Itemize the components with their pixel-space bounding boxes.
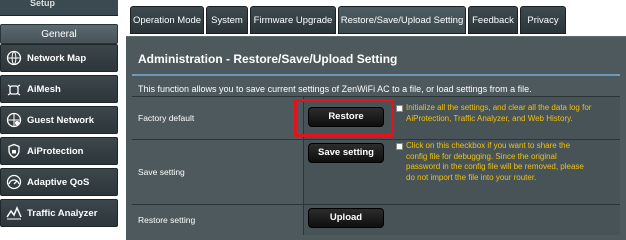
factory-default-label: Factory default (132, 97, 304, 139)
sidebar-item-traffic-analyzer[interactable]: Traffic Analyzer (0, 199, 118, 227)
note-line: Initialize all the settings, and clear a… (406, 103, 592, 112)
title-divider (132, 74, 620, 76)
restore-button[interactable]: Restore (308, 107, 384, 127)
tab-restore-save-upload[interactable]: Restore/Save/Upload Setting (338, 6, 466, 34)
lock-icon (1, 137, 27, 165)
speedometer-icon (1, 168, 27, 196)
restore-setting-label: Restore setting (132, 205, 304, 235)
tab-privacy[interactable]: Privacy (520, 6, 566, 34)
share-config-checkbox[interactable] (396, 143, 403, 150)
tab-operation-mode[interactable]: Operation Mode (130, 6, 204, 34)
save-setting-button[interactable]: Save setting (308, 143, 384, 163)
sidebar-item-label: Adaptive QoS (27, 176, 90, 188)
sidebar-item-network-map[interactable]: Network Map (0, 44, 118, 72)
save-setting-note: Click on this checkbox if you want to sh… (406, 141, 584, 183)
sidebar-item-aimesh[interactable]: AiMesh (0, 75, 118, 103)
tab-system[interactable]: System (206, 6, 248, 34)
factory-default-row: Factory default Restore Initialize all t… (132, 97, 620, 139)
restore-setting-actions: Upload (304, 205, 620, 235)
sidebar: Setup General Network Map AiMesh Guest N… (0, 0, 120, 240)
sidebar-item-label: Guest Network (27, 114, 95, 126)
tab-firmware-upgrade[interactable]: Firmware Upgrade (250, 6, 336, 34)
sidebar-item-aiprotection[interactable]: AiProtection (0, 137, 118, 165)
note-line: config file for debugging. Since the ori… (406, 151, 557, 161)
guest-network-icon (1, 106, 27, 134)
sidebar-item-label: Network Map (27, 52, 87, 64)
factory-default-actions: Restore Initialize all the settings, and… (294, 97, 620, 139)
main-content: Operation Mode System Firmware Upgrade R… (126, 0, 626, 240)
sidebar-item-label: AiProtection (27, 145, 84, 157)
sidebar-item-guest-network[interactable]: Guest Network (0, 106, 118, 134)
save-setting-row: Save setting Save setting Click on this … (132, 140, 620, 204)
aimesh-icon (1, 75, 27, 103)
note-line: AiProtection, Traffic Analyzer, and Web … (406, 113, 573, 123)
tab-feedback[interactable]: Feedback (468, 6, 518, 34)
network-map-icon (1, 44, 27, 72)
sidebar-item-label: AiMesh (27, 83, 61, 95)
factory-default-note: Initialize all the settings, and clear a… (406, 103, 591, 124)
page-description: This function allows you to save current… (138, 84, 532, 94)
tab-bar: Operation Mode System Firmware Upgrade R… (126, 0, 626, 36)
sidebar-section-general: General (0, 24, 118, 44)
sidebar-item-label: Traffic Analyzer (27, 207, 98, 219)
save-setting-label: Save setting (132, 140, 304, 204)
sidebar-item-adaptive-qos[interactable]: Adaptive QoS (0, 168, 118, 196)
sidebar-item-label: Setup (30, 0, 56, 8)
factory-default-checkbox[interactable] (396, 105, 403, 112)
note-line: do not import the file into your router. (406, 172, 537, 182)
restore-setting-row: Restore setting Upload (132, 205, 620, 235)
upload-button[interactable]: Upload (308, 208, 384, 228)
sidebar-item-setup[interactable]: Setup (0, 0, 118, 16)
note-line: Click on this checkbox if you want to sh… (406, 141, 571, 150)
settings-panel: Administration - Restore/Save/Upload Set… (126, 36, 626, 240)
traffic-analyzer-icon (1, 199, 27, 227)
page-title: Administration - Restore/Save/Upload Set… (138, 52, 398, 66)
note-line: password in the config file will be remo… (406, 162, 584, 171)
save-setting-actions: Save setting Click on this checkbox if y… (304, 140, 620, 204)
